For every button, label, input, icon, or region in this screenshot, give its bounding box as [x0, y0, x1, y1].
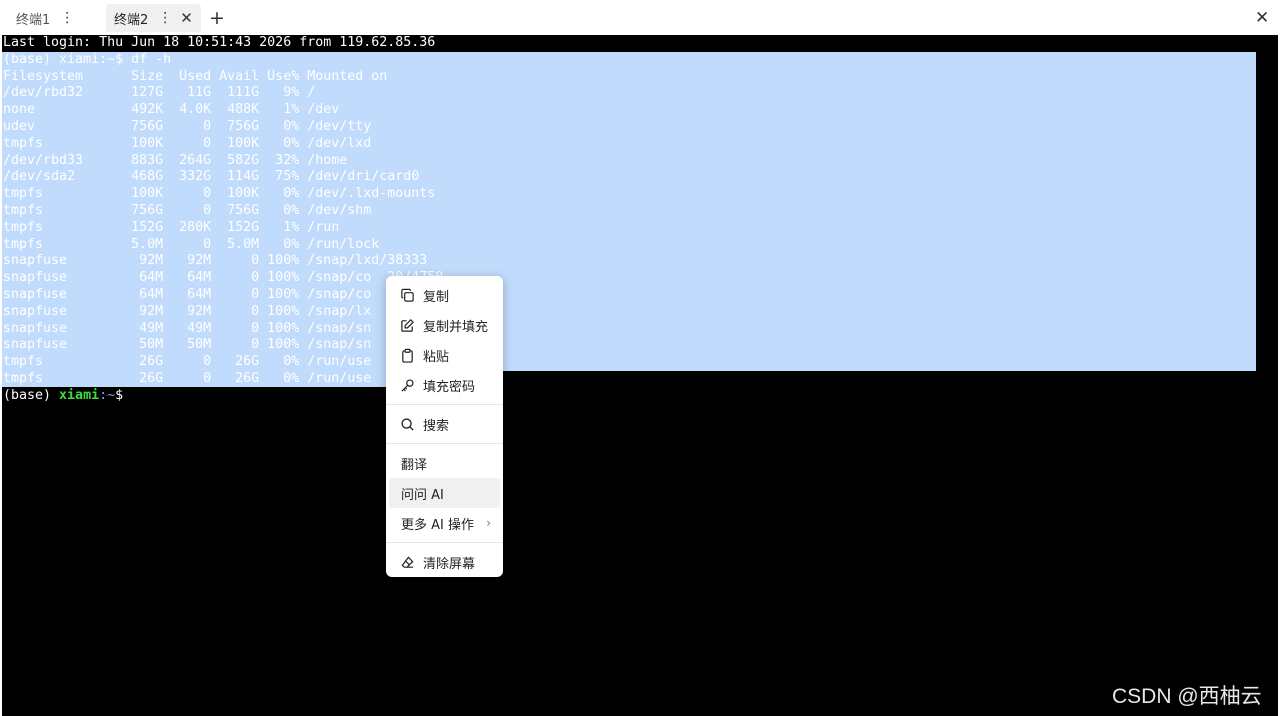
- search-icon: [401, 417, 414, 431]
- copy-icon: [401, 288, 414, 302]
- terminal-output: Last login: Thu Jun 18 10:51:43 2026 fro…: [3, 35, 443, 405]
- df-row: tmpfs 152G 280K 152G 1% /run: [3, 219, 340, 235]
- df-row: tmpfs 100K 0 100K 0% /dev/.lxd-mounts: [3, 186, 436, 202]
- clipboard-icon: [402, 348, 413, 363]
- tab-terminal-2[interactable]: 终端2 ⋮ ✕: [106, 4, 201, 32]
- menu-item-translate[interactable]: 翻译: [386, 448, 503, 478]
- df-row: /dev/rbd32 127G 11G 111G 9% /: [3, 85, 316, 101]
- df-row: tmpfs 5.0M 0 5.0M 0% /run/lock: [3, 236, 380, 252]
- df-row: none 492K 4.0K 488K 1% /dev: [3, 102, 340, 118]
- menu-item-label: 搜索: [423, 418, 450, 434]
- df-header: Filesystem Size Used Avail Use% Mounted …: [3, 68, 388, 84]
- tab-label: 终端1: [16, 12, 51, 28]
- menu-item-copy-and-fill[interactable]: 复制并填充: [386, 310, 503, 340]
- final-prompt: (base) xiami:~$: [3, 388, 443, 405]
- df-row: tmpfs 100K 0 100K 0% /dev/lxd: [3, 135, 372, 151]
- menu-item-copy[interactable]: 复制: [386, 280, 503, 310]
- prompt-dollar: $: [115, 51, 132, 67]
- menu-item-label: 复制: [423, 289, 450, 305]
- last-login-line: Last login: Thu Jun 18 10:51:43 2026 fro…: [3, 35, 436, 50]
- menu-divider: [386, 404, 503, 405]
- prompt-user: xiami: [59, 387, 100, 403]
- prompt-env: (base): [3, 51, 60, 67]
- menu-item-label: 问问 AI: [401, 487, 444, 503]
- prompt-dollar: $: [115, 387, 124, 403]
- menu-item-label: 更多 AI 操作: [401, 517, 474, 533]
- eraser-icon: [401, 555, 414, 568]
- edit-icon: [401, 318, 414, 332]
- df-row: tmpfs 756G 0 756G 0% /dev/shm: [3, 202, 372, 218]
- menu-item-search[interactable]: 搜索: [386, 409, 503, 439]
- df-row: tmpfs 26G 0 26G 0% /run/use: [3, 370, 372, 386]
- chevron-right-icon: ›: [486, 516, 491, 530]
- prompt-user: xiami: [59, 51, 100, 67]
- menu-item-ask-ai[interactable]: 问问 AI: [389, 478, 500, 508]
- tab-bar: 终端1 ⋮ 终端2 ⋮ ✕ + ✕: [0, 0, 1280, 35]
- terminal-view[interactable]: Last login: Thu Jun 18 10:51:43 2026 fro…: [2, 35, 1278, 716]
- key-icon: [401, 378, 414, 392]
- menu-item-label: 清除屏幕: [423, 556, 476, 572]
- menu-item-fill-password[interactable]: 填充密码: [386, 370, 503, 400]
- df-row: snapfuse 92M 92M 0 100% /snap/lx: [3, 303, 372, 319]
- watermark: CSDN @西柚云: [1112, 685, 1262, 708]
- menu-item-label: 粘贴: [423, 349, 450, 365]
- context-menu: 复制 复制并填充 粘贴 填充密码 搜索 翻译 问问 AI 更多 AI 操作 › …: [386, 276, 503, 577]
- menu-item-label: 翻译: [401, 457, 428, 473]
- more-vertical-icon[interactable]: ⋮: [158, 11, 172, 25]
- df-output: /dev/rbd32 127G 11G 111G 9% / none 492K 4…: [3, 85, 443, 387]
- prompt-env: (base): [3, 387, 60, 403]
- df-row: snapfuse 50M 50M 0 100% /snap/sn: [3, 337, 372, 353]
- df-row: snapfuse 64M 64M 0 100% /snap/co 20/4750: [3, 270, 444, 286]
- df-row: tmpfs 26G 0 26G 0% /run/use: [3, 354, 372, 370]
- tab-label: 终端2: [114, 12, 149, 28]
- menu-item-label: 填充密码: [423, 379, 476, 395]
- menu-item-clear-screen[interactable]: 清除屏幕: [386, 547, 503, 577]
- prompt-path: :~: [99, 51, 116, 67]
- close-tab-icon[interactable]: ✕: [180, 9, 193, 27]
- menu-divider: [386, 542, 503, 543]
- df-row: /dev/sda2 468G 332G 114G 75% /dev/dri/ca…: [3, 169, 420, 185]
- close-icon[interactable]: ✕: [1255, 8, 1269, 28]
- command-text: df -h: [131, 51, 172, 67]
- menu-item-paste[interactable]: 粘贴: [386, 340, 503, 370]
- more-vertical-icon[interactable]: ⋮: [60, 11, 74, 25]
- df-row: udev 756G 0 756G 0% /dev/tty: [3, 118, 372, 134]
- command-line: (base) xiami:~$ df -h: [3, 52, 443, 69]
- add-tab-icon[interactable]: +: [209, 8, 225, 28]
- tab-terminal-1[interactable]: 终端1 ⋮: [16, 4, 74, 32]
- df-row: /dev/rbd33 883G 264G 582G 32% /home: [3, 152, 348, 168]
- df-row: snapfuse 64M 64M 0 100% /snap/co: [3, 286, 372, 302]
- menu-item-label: 复制并填充: [423, 319, 489, 335]
- df-row: snapfuse 92M 92M 0 100% /snap/lxd/38333: [3, 253, 428, 269]
- menu-item-more-ai-actions[interactable]: 更多 AI 操作 ›: [386, 508, 503, 538]
- prompt-path: :~: [99, 387, 116, 403]
- df-row: snapfuse 49M 49M 0 100% /snap/sn: [3, 320, 372, 336]
- menu-divider: [386, 443, 503, 444]
